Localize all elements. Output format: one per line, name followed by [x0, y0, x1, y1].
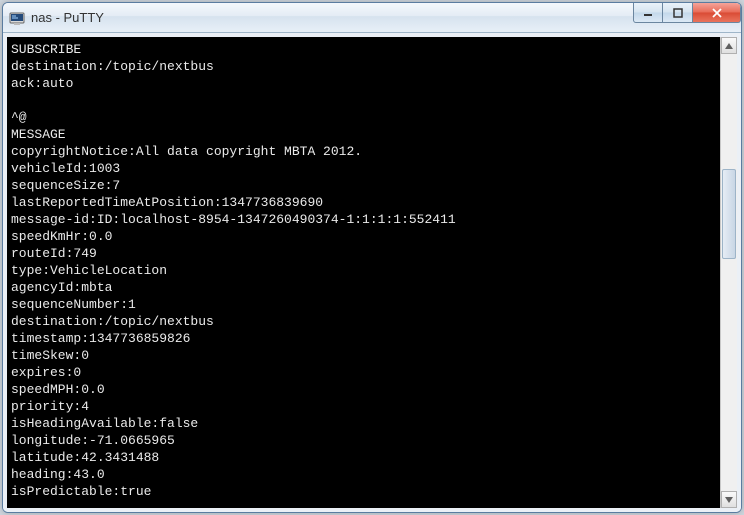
scroll-up-button[interactable]	[721, 37, 737, 54]
minimize-icon	[643, 8, 653, 18]
close-icon	[711, 8, 723, 18]
chevron-up-icon	[725, 43, 733, 49]
putty-icon	[9, 10, 25, 26]
maximize-button[interactable]	[663, 3, 693, 23]
client-area: SUBSCRIBE destination:/topic/nextbus ack…	[3, 33, 741, 512]
scrollbar-thumb[interactable]	[722, 169, 736, 259]
terminal-output[interactable]: SUBSCRIBE destination:/topic/nextbus ack…	[7, 37, 720, 508]
vertical-scrollbar[interactable]	[720, 37, 737, 508]
chevron-down-icon	[725, 497, 733, 503]
maximize-icon	[673, 8, 683, 18]
titlebar[interactable]: nas - PuTTY	[3, 3, 741, 33]
minimize-button[interactable]	[633, 3, 663, 23]
window-title: nas - PuTTY	[31, 10, 104, 25]
scroll-down-button[interactable]	[721, 491, 737, 508]
close-button[interactable]	[693, 3, 741, 23]
putty-window: nas - PuTTY SUBSCRIBE destinatio	[2, 2, 742, 513]
scrollbar-track[interactable]	[721, 54, 737, 491]
terminal-container: SUBSCRIBE destination:/topic/nextbus ack…	[7, 37, 737, 508]
window-controls	[633, 3, 741, 23]
